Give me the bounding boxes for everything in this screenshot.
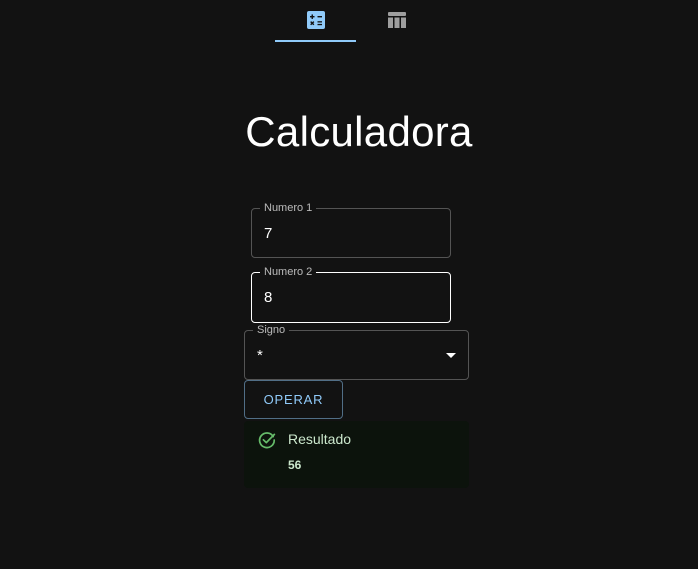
result-alert: Resultado 56 <box>244 421 469 488</box>
signo-select[interactable]: Signo * <box>244 323 469 380</box>
numero1-input[interactable]: 7 <box>264 225 272 242</box>
numero2-input[interactable]: 8 <box>264 289 272 306</box>
result-title: Resultado <box>288 431 352 447</box>
tab-bar <box>275 0 437 42</box>
table-icon <box>387 12 406 28</box>
result-value: 56 <box>288 458 302 472</box>
signo-label: Signo <box>253 323 290 337</box>
operar-button[interactable]: OPERAR <box>244 380 343 419</box>
tab-indicator <box>275 40 356 42</box>
chevron-down-icon[interactable] <box>446 353 456 358</box>
page-title: Calculadora <box>245 108 473 155</box>
tab-table[interactable] <box>356 0 437 42</box>
check-circle-icon <box>258 431 276 454</box>
tab-calculator[interactable] <box>275 0 356 42</box>
numero2-field[interactable]: Numero 2 8 <box>251 265 451 323</box>
signo-value: * <box>257 347 263 364</box>
numero1-label: Numero 1 <box>260 201 317 215</box>
calculator-icon <box>306 11 325 29</box>
numero1-field[interactable]: Numero 1 7 <box>251 201 451 258</box>
numero2-label: Numero 2 <box>260 265 317 279</box>
